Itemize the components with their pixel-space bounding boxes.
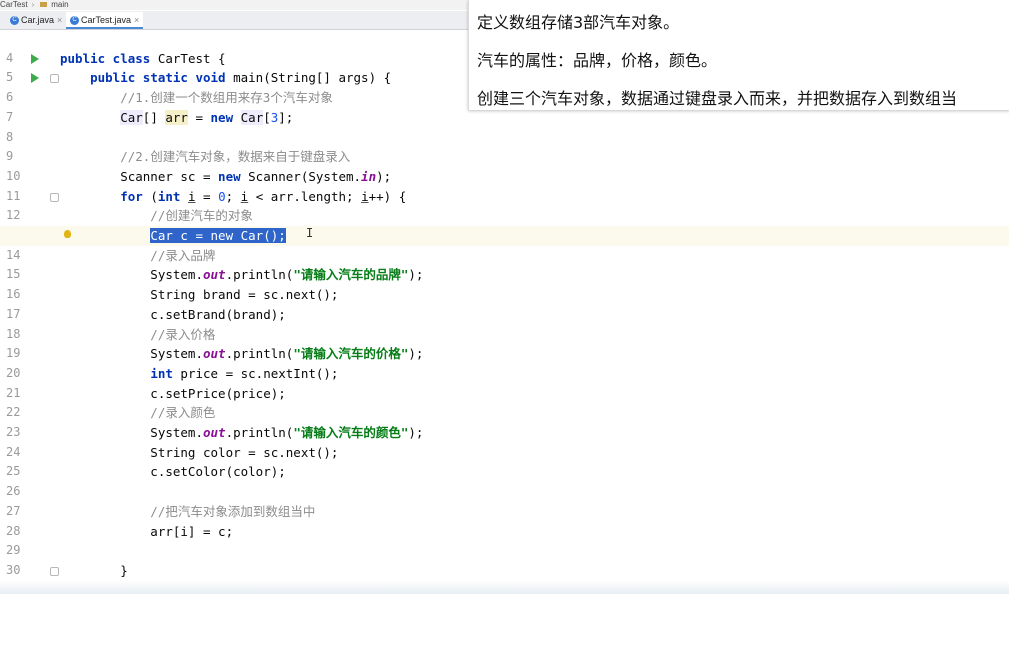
code-line: 15 //录入品牌 xyxy=(0,246,1009,282)
run-icon[interactable] xyxy=(31,73,39,84)
close-icon[interactable]: × xyxy=(134,15,139,25)
code-line: 20 System.out.println("请输入汽车的价格"); xyxy=(0,344,1009,380)
code-text[interactable]: String color = sc.next(); xyxy=(60,443,338,463)
fold-icon[interactable] xyxy=(50,74,59,84)
code-text[interactable]: arr[i] = c; xyxy=(60,522,233,542)
code-line: 11 Scanner sc = new Scanner(System.in); xyxy=(0,167,1009,203)
note-line: 汽车的属性：品牌，价格，颜色。 xyxy=(477,51,718,70)
tab-car-java[interactable]: C Car.java × xyxy=(6,12,66,28)
code-text-selected[interactable]: Car c = new Car(); xyxy=(60,226,286,246)
class-icon: C xyxy=(70,16,79,26)
tab-cartest-java[interactable]: C CarTest.java × xyxy=(66,12,144,29)
code-text[interactable]: c.setBrand(brand); xyxy=(60,305,285,325)
bottom-edge xyxy=(0,580,1009,594)
text-cursor-icon: I xyxy=(306,227,313,239)
code-text[interactable]: //录入颜色 xyxy=(60,403,215,423)
code-line-current: 14 Car c = new Car(); xyxy=(0,226,1009,262)
task-notes-panel: 定义数组存储3部汽车对象。 汽车的属性：品牌，价格，颜色。 创建三个汽车对象，数… xyxy=(468,0,1009,110)
code-line: 12 for (int i = 0; i < arr.length; i++) … xyxy=(0,187,1009,223)
code-line: 22 c.setPrice(price); xyxy=(0,384,1009,420)
code-text[interactable]: System.out.println("请输入汽车的品牌"); xyxy=(60,265,423,285)
breadcrumb-item-cartest[interactable]: CarTest xyxy=(0,0,28,9)
code-line: 21 int price = sc.nextInt(); xyxy=(0,364,1009,400)
code-line: 10 //2.创建汽车对象，数据来自于键盘录入 xyxy=(0,147,1009,183)
close-icon[interactable]: × xyxy=(57,15,62,25)
code-line: 23 //录入颜色 xyxy=(0,403,1009,439)
run-icon[interactable] xyxy=(31,53,39,64)
code-line: 17 String brand = sc.next(); xyxy=(0,285,1009,321)
code-text[interactable]: for (int i = 0; i < arr.length; i++) { xyxy=(60,187,406,207)
fold-icon[interactable] xyxy=(50,566,59,576)
breadcrumb-item-main[interactable]: main xyxy=(51,0,68,9)
code-text[interactable]: System.out.println("请输入汽车的颜色"); xyxy=(60,423,423,443)
tab-label: Car.java xyxy=(21,15,55,25)
code-text[interactable]: //把汽车对象添加到数组当中 xyxy=(60,502,315,522)
code-text[interactable]: public static void main(String[] args) { xyxy=(60,68,391,88)
code-line: 27 xyxy=(0,482,1009,518)
method-icon xyxy=(40,2,48,8)
code-line: 18 c.setBrand(brand); xyxy=(0,305,1009,341)
code-text[interactable]: //录入品牌 xyxy=(60,246,215,266)
code-line: 13 //创建汽车的对象 xyxy=(0,206,1009,242)
code-text[interactable]: //创建汽车的对象 xyxy=(60,206,253,226)
code-line: 26 c.setColor(color); xyxy=(0,462,1009,498)
fold-icon[interactable] xyxy=(50,192,59,202)
code-line: 19 //录入价格 xyxy=(0,325,1009,361)
code-text[interactable]: Car[] arr = new Car[3]; xyxy=(60,108,293,128)
code-text[interactable]: int price = sc.nextInt(); xyxy=(60,364,338,384)
note-line: 定义数组存储3部汽车对象。 xyxy=(477,13,680,32)
code-line: 31 } xyxy=(0,561,1009,597)
code-text[interactable]: Scanner sc = new Scanner(System.in); xyxy=(60,167,391,187)
code-text[interactable]: } xyxy=(60,561,128,581)
code-line: 16 System.out.println("请输入汽车的品牌"); xyxy=(0,265,1009,301)
tab-label: CarTest.java xyxy=(81,15,132,25)
code-text[interactable]: c.setPrice(price); xyxy=(60,384,285,404)
code-text[interactable]: //1.创建一个数组用来存3个汽车对象 xyxy=(60,88,333,108)
code-text[interactable]: c.setColor(color); xyxy=(60,462,285,482)
class-icon: C xyxy=(10,16,19,26)
code-line: 28 //把汽车对象添加到数组当中 xyxy=(0,502,1009,538)
code-line: 25 String color = sc.next(); xyxy=(0,443,1009,479)
note-line: 创建三个汽车对象，数据通过键盘录入而来，并把数据存入到数组当 xyxy=(477,89,958,108)
code-line: 30 xyxy=(0,541,1009,577)
breadcrumb-separator: › xyxy=(31,0,35,9)
code-text[interactable]: public class CarTest { xyxy=(60,49,226,69)
code-text[interactable]: //2.创建汽车对象，数据来自于键盘录入 xyxy=(60,147,350,167)
code-line: 24 System.out.println("请输入汽车的颜色"); xyxy=(0,423,1009,459)
code-text[interactable]: System.out.println("请输入汽车的价格"); xyxy=(60,344,423,364)
code-text[interactable]: //录入价格 xyxy=(60,325,215,345)
code-text[interactable]: String brand = sc.next(); xyxy=(60,285,338,305)
code-line: 8 Car[] arr = new Car[3]; xyxy=(0,108,1009,144)
code-line: 9 xyxy=(0,128,1009,163)
code-line: 29 arr[i] = c; xyxy=(0,522,1009,558)
